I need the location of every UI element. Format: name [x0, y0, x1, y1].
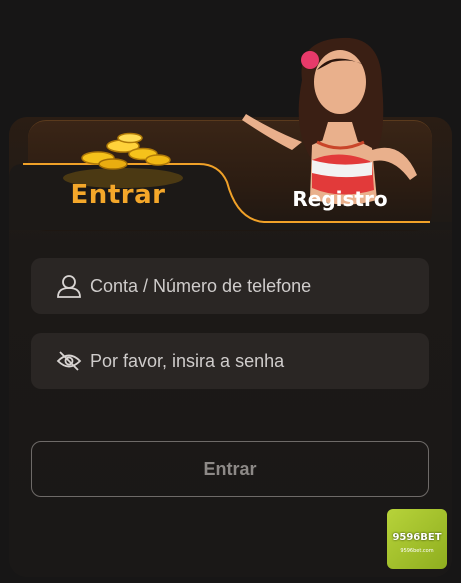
eye-off-icon[interactable]	[51, 343, 87, 379]
password-field[interactable]	[31, 333, 429, 389]
brand-url: 9596bet.com	[400, 548, 434, 554]
tab-register[interactable]: Registro	[270, 187, 410, 211]
brand-logo[interactable]: 9596BET 9596bet.com	[387, 509, 447, 569]
user-icon	[51, 268, 87, 304]
brand-name: 9596BET	[392, 532, 442, 543]
password-input[interactable]	[88, 349, 412, 373]
account-input[interactable]	[88, 274, 412, 298]
login-button[interactable]: Entrar	[31, 441, 429, 497]
tab-login[interactable]: Entrar	[28, 180, 208, 210]
account-field[interactable]	[31, 258, 429, 314]
